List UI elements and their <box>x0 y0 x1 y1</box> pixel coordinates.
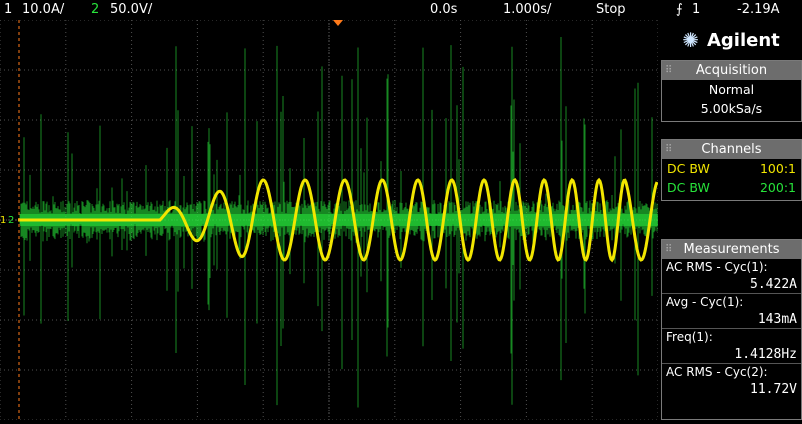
graticule: 1 2 <box>0 20 658 420</box>
measurement-4: AC RMS - Cyc(2): 11.72V <box>662 363 801 398</box>
ch1-ground-marker: 1 <box>0 215 6 226</box>
channels-header: Channels <box>662 140 801 159</box>
ch2-scale[interactable]: 50.0V/ <box>110 0 152 20</box>
channels-box[interactable]: Channels DC BW 100:1 DC BW 200:1 <box>661 139 802 201</box>
channel-2-probe: 200:1 <box>759 180 796 195</box>
brand-logo: ✺ Agilent <box>660 22 802 58</box>
trigger-level[interactable]: -2.19A <box>737 0 780 20</box>
channel-1-coupling: DC BW <box>667 161 710 176</box>
ch2-trace <box>19 36 658 408</box>
channel-1-row: DC BW 100:1 <box>662 159 801 178</box>
channel-2-row: DC BW 200:1 <box>662 178 801 197</box>
trigger-position-marker <box>333 20 343 26</box>
ch2-ground-marker: 2 <box>8 215 14 226</box>
time-scale[interactable]: 1.000s/ <box>503 0 551 20</box>
time-delay[interactable]: 0.0s <box>430 0 457 20</box>
channel-2-coupling: DC BW <box>667 180 710 195</box>
measurements-header: Measurements <box>662 240 801 259</box>
agilent-spark-icon: ✺ <box>682 28 699 52</box>
channel-1-probe: 100:1 <box>759 161 796 176</box>
acquisition-rate: 5.00kSa/s <box>700 101 763 116</box>
measurement-2: Avg - Cyc(1): 143mA <box>662 293 801 328</box>
ch1-number[interactable]: 1 <box>4 0 12 20</box>
status-bar: 1 10.0A/ 2 50.0V/ 0.0s 1.000s/ Stop ⨍ 1 … <box>0 0 802 20</box>
run-state[interactable]: Stop <box>596 0 626 20</box>
trigger-channel[interactable]: 1 <box>692 0 700 20</box>
rising-edge-icon: ⨍ <box>676 2 683 17</box>
brand-name: Agilent <box>706 29 780 51</box>
acquisition-header: Acquisition <box>662 61 801 80</box>
ch2-number[interactable]: 2 <box>91 0 99 20</box>
side-panel: ✺ Agilent Acquisition Normal 5.00kSa/s C… <box>660 20 802 420</box>
measurement-1: AC RMS - Cyc(1): 5.422A <box>666 260 797 292</box>
acquisition-box[interactable]: Acquisition Normal 5.00kSa/s <box>661 60 802 122</box>
measurements-box[interactable]: Measurements AC RMS - Cyc(1): 5.422A Avg… <box>661 239 802 420</box>
waveform-display[interactable]: 1 2 <box>0 20 658 420</box>
acquisition-mode: Normal <box>708 82 755 97</box>
measurement-3: Freq(1): 1.4128Hz <box>662 328 801 363</box>
bottom-strip <box>0 420 802 424</box>
ch1-scale[interactable]: 10.0A/ <box>22 0 64 20</box>
